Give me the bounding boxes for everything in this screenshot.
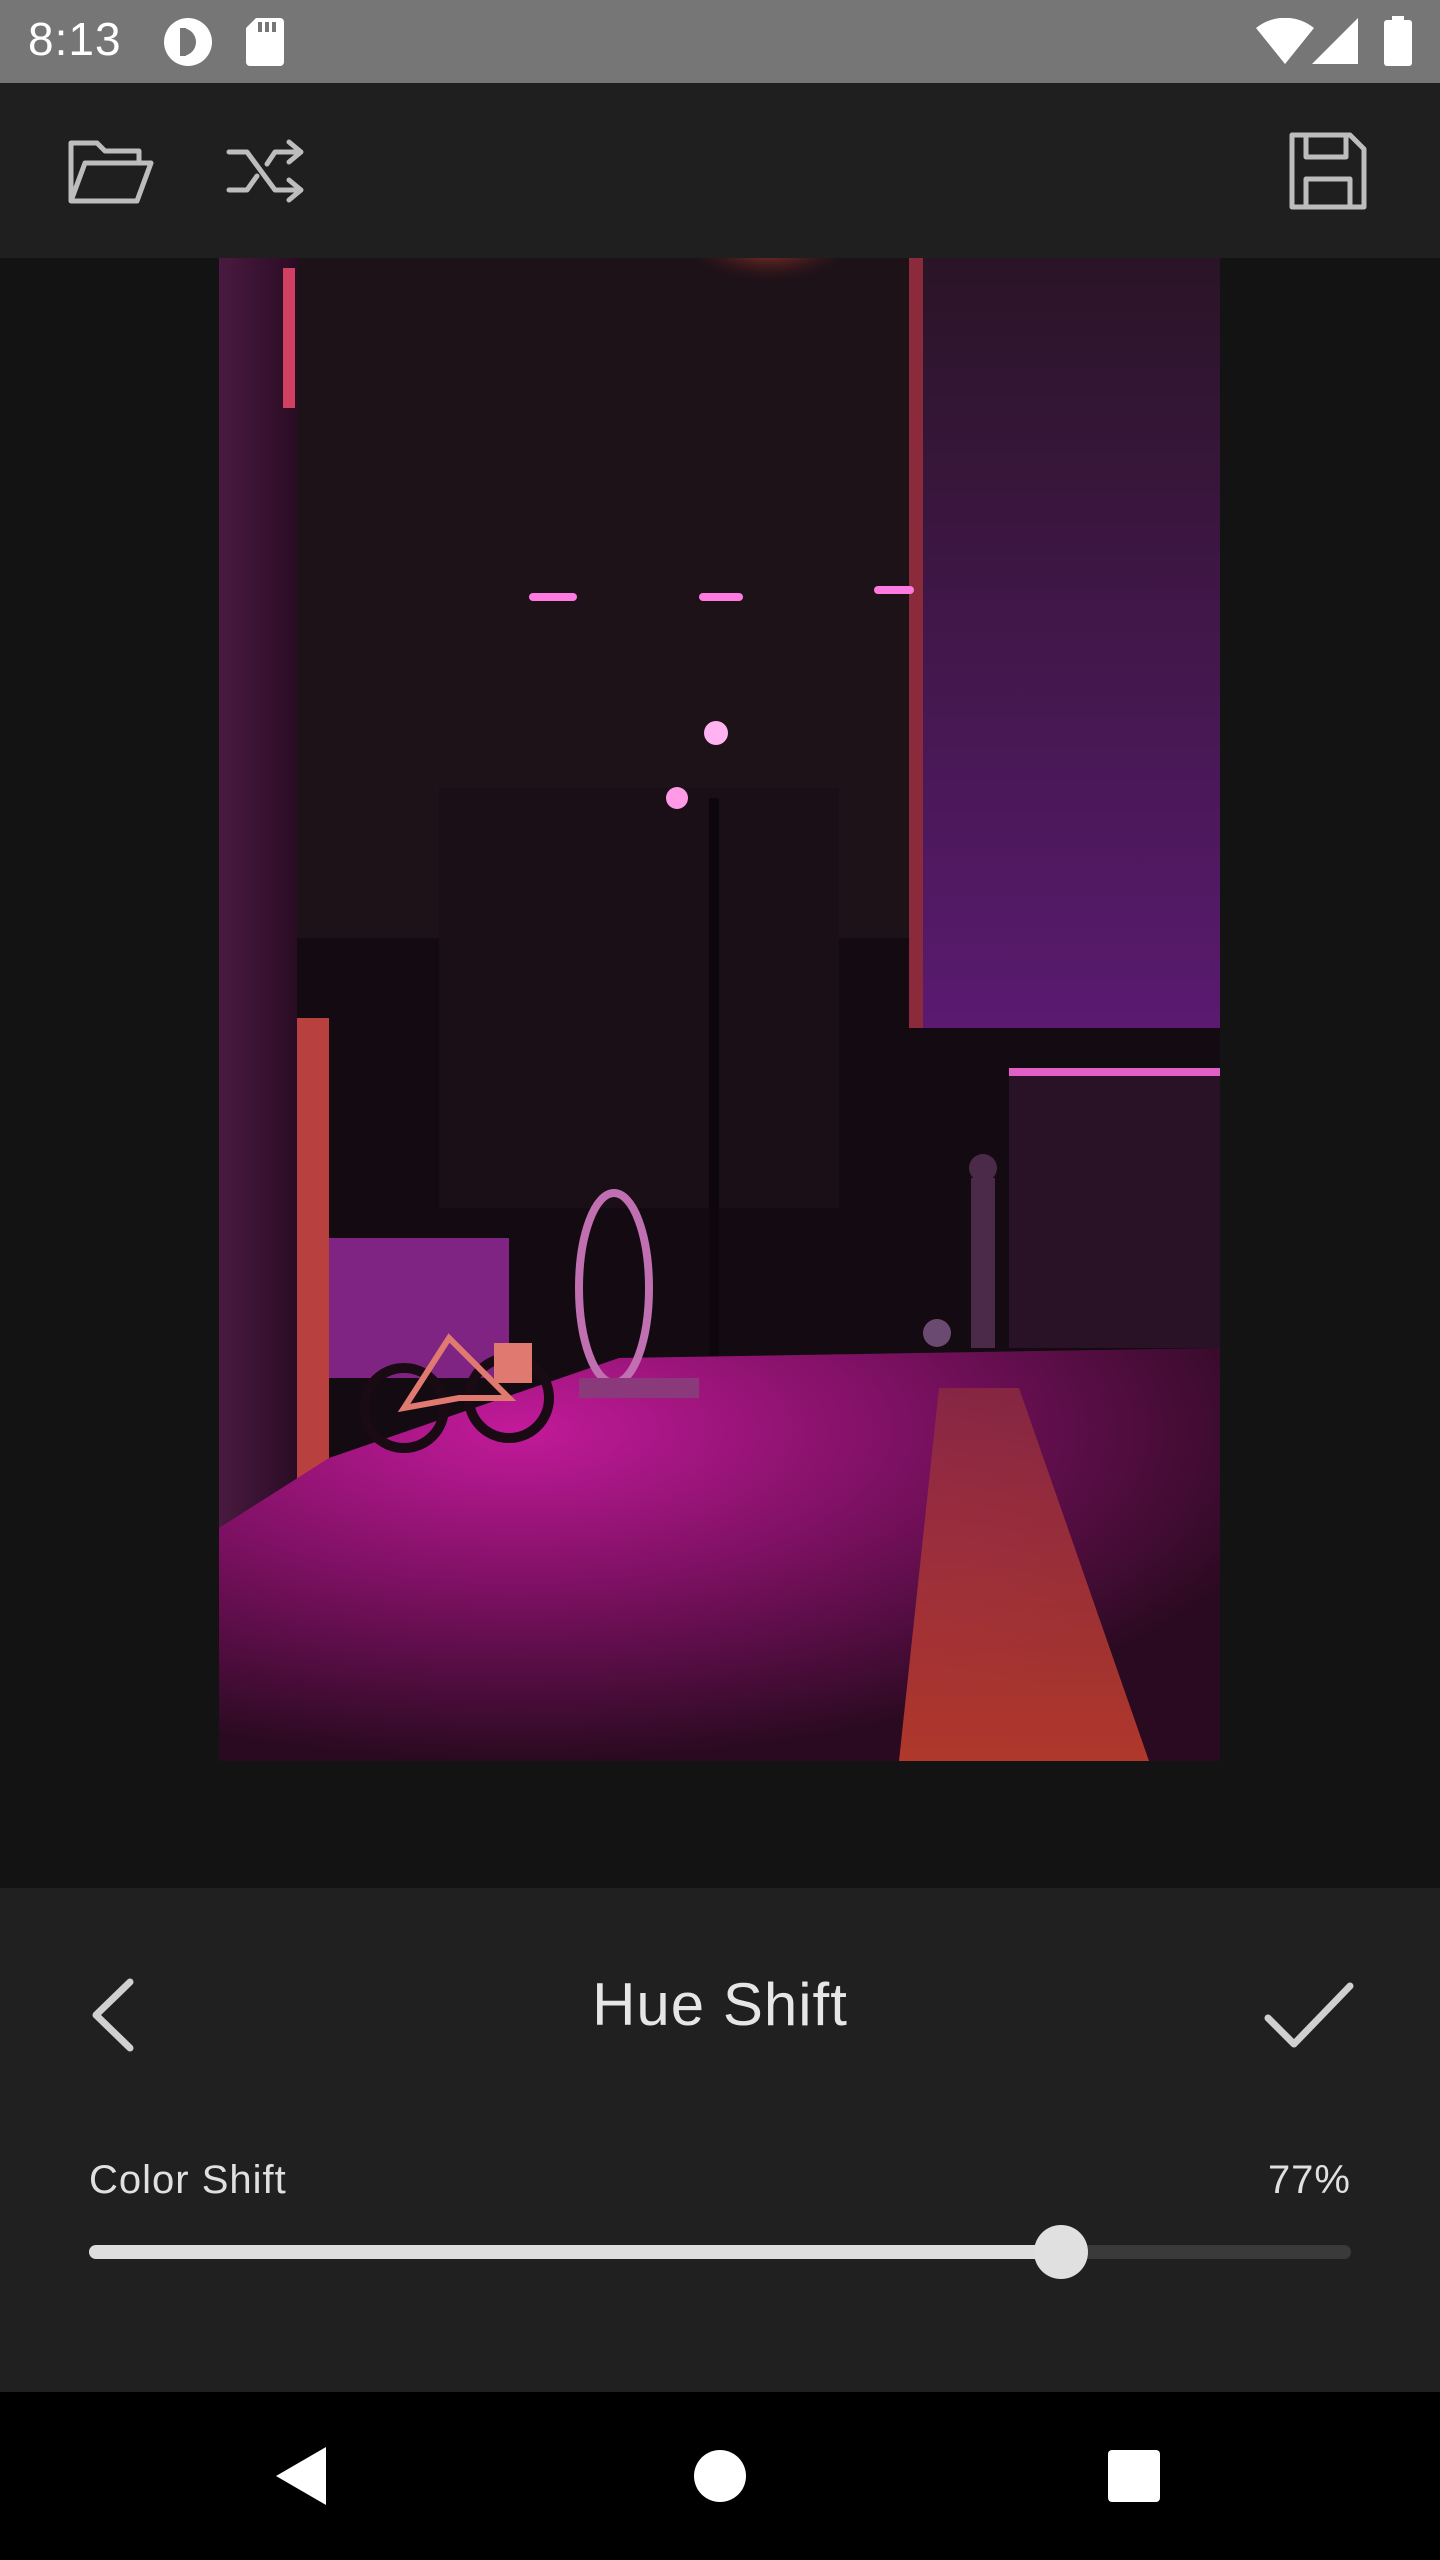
status-bar: 8:13 — [0, 0, 1440, 83]
back-triangle-icon[interactable] — [240, 2416, 360, 2536]
navigation-bar — [0, 2392, 1440, 2560]
save-icon[interactable] — [1268, 111, 1388, 231]
slider-label: Color Shift — [89, 2158, 287, 2202]
panel-title: Hue Shift — [592, 1971, 848, 2038]
color-shift-slider[interactable] — [89, 2225, 1351, 2279]
adjustment-panel: Hue Shift Color Shift 77% — [0, 1888, 1440, 2392]
slider-fill — [89, 2245, 1061, 2259]
edited-photo[interactable] — [219, 258, 1220, 1761]
canvas-area — [0, 258, 1440, 1888]
slider-thumb[interactable] — [1033, 2225, 1088, 2279]
check-icon[interactable] — [1252, 1960, 1362, 2070]
folder-open-icon[interactable] — [51, 111, 171, 231]
wifi-icon — [1256, 17, 1314, 69]
sd-card-icon — [246, 18, 284, 71]
home-circle-icon[interactable] — [660, 2416, 780, 2536]
cell-signal-icon — [1312, 18, 1358, 69]
recents-square-icon[interactable] — [1074, 2416, 1194, 2536]
pocket-casts-icon — [162, 16, 214, 73]
battery-icon — [1384, 16, 1412, 71]
slider-value: 77% — [1267, 2158, 1351, 2202]
status-time: 8:13 — [28, 13, 122, 65]
shuffle-icon[interactable] — [206, 111, 326, 231]
top-toolbar — [0, 83, 1440, 258]
